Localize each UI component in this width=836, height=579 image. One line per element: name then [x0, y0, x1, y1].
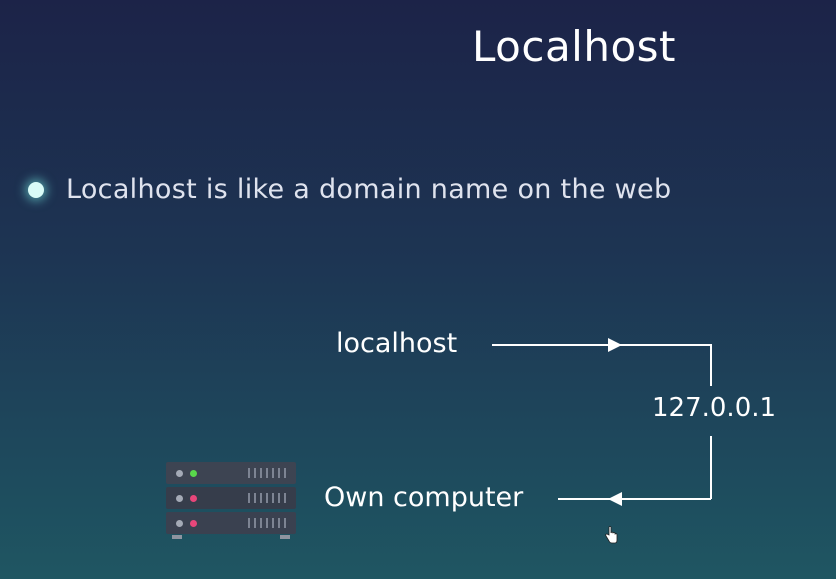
ip-address-label: 127.0.0.1 — [652, 393, 777, 423]
slide-title: Localhost — [472, 22, 677, 71]
server-unit — [166, 462, 296, 484]
bullet-point: Localhost is like a domain name on the w… — [28, 174, 671, 205]
vent-grille-icon — [248, 518, 286, 528]
own-computer-label: Own computer — [324, 482, 524, 513]
server-foot — [172, 535, 182, 539]
green-led-icon — [190, 470, 197, 477]
vent-grille-icon — [248, 493, 286, 503]
status-led-icon — [176, 520, 183, 527]
server-foot — [280, 535, 290, 539]
server-rack-icon — [166, 462, 296, 539]
bullet-text: Localhost is like a domain name on the w… — [66, 174, 672, 205]
presentation-slide: Localhost Localhost is like a domain nam… — [0, 0, 836, 579]
bullet-dot-icon — [28, 181, 44, 198]
localhost-label: localhost — [336, 328, 458, 359]
server-unit — [166, 512, 296, 534]
red-led-icon — [190, 495, 197, 502]
arrow-right-icon — [608, 338, 622, 352]
vent-grille-icon — [248, 468, 286, 478]
server-unit — [166, 487, 296, 509]
status-led-icon — [176, 495, 183, 502]
red-led-icon — [190, 520, 197, 527]
arrow-left-icon — [608, 492, 622, 506]
status-led-icon — [176, 470, 183, 477]
hand-cursor-icon — [605, 526, 618, 544]
